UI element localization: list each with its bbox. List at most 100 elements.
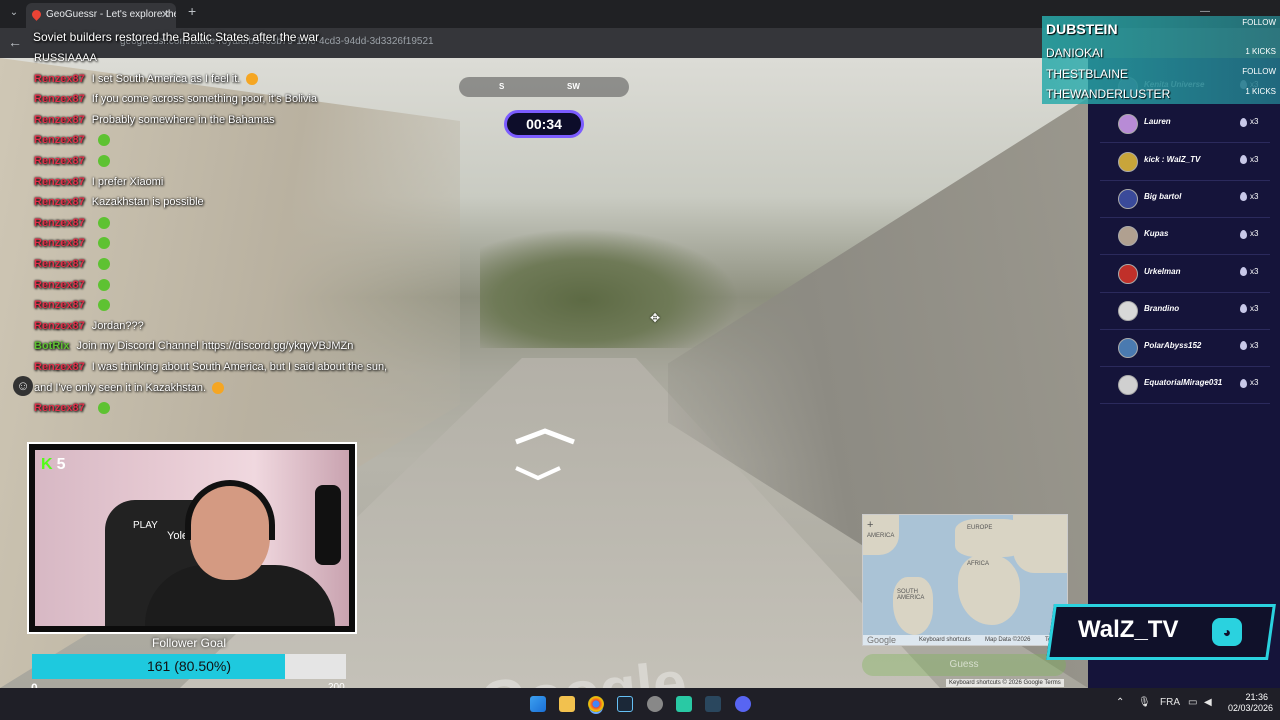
- guess-minimap[interactable]: + AMERICA EUROPE AFRICA SOUTH AMERICA Go…: [862, 514, 1068, 646]
- language-indicator[interactable]: FRA: [1160, 697, 1180, 708]
- guess-button[interactable]: Guess: [862, 654, 1066, 676]
- headphones: [185, 480, 275, 540]
- trees: [480, 228, 740, 348]
- lives-count: x3: [1250, 229, 1259, 239]
- sv-copyright: © 2026 Google: [1002, 680, 1043, 686]
- chat-username[interactable]: Renzex87: [34, 320, 85, 332]
- chat-username[interactable]: Renzex87: [34, 73, 85, 85]
- player-lives: x3: [1240, 155, 1258, 164]
- chat-username[interactable]: Renzex87: [34, 155, 85, 167]
- chat-username[interactable]: Renzex87: [34, 134, 85, 146]
- label-south-america: SOUTH AMERICA: [897, 589, 925, 601]
- minimap-zoom-in[interactable]: +: [867, 519, 873, 531]
- new-tab-icon[interactable]: +: [188, 3, 196, 19]
- chat-line: Renzex87: [34, 151, 434, 172]
- life-pin-icon: [1240, 266, 1247, 276]
- chat-username[interactable]: Renzex87: [34, 361, 85, 373]
- file-explorer-icon[interactable]: [559, 696, 575, 712]
- sv-terms-link[interactable]: Terms: [1044, 680, 1060, 686]
- network-icon[interactable]: ▭: [1188, 697, 1197, 708]
- browser-tab[interactable]: GeoGuessr - Let's explore the w ✕: [26, 3, 176, 28]
- kicks-tag: 1 KICKS: [1245, 87, 1276, 96]
- chat-username[interactable]: Renzex87: [34, 299, 85, 311]
- lives-count: x3: [1250, 378, 1259, 388]
- frog-emote-icon: [97, 155, 110, 168]
- tab-title: GeoGuessr - Let's explore the w: [46, 9, 176, 20]
- minimap-mapdata: Map Data ©2026: [985, 637, 1031, 643]
- chat-username[interactable]: Renzex87: [34, 402, 85, 414]
- tray-chevron-icon[interactable]: ⌃: [1116, 697, 1124, 708]
- close-tab-icon[interactable]: ✕: [161, 3, 170, 27]
- discord-taskbar-icon[interactable]: [735, 696, 751, 712]
- player-avatar: [1118, 375, 1138, 396]
- chat-message: RUSSIAAAA: [34, 52, 97, 64]
- player-lives: x3: [1240, 267, 1258, 276]
- player-row: PolarAbyss152 x3: [1100, 331, 1270, 365]
- move-back-arrow-icon[interactable]: [512, 464, 564, 482]
- back-arrow-icon[interactable]: ←: [8, 34, 22, 50]
- player-avatar: [1118, 300, 1138, 321]
- steam-icon-2[interactable]: [705, 696, 721, 712]
- windows-start-icon[interactable]: [530, 696, 546, 712]
- sv-shortcuts-link[interactable]: Keyboard shortcuts: [949, 680, 1001, 686]
- label-africa: AFRICA: [967, 561, 990, 567]
- label-europe: EUROPE: [967, 525, 993, 531]
- player-row: kick : WalZ_TV x3: [1100, 145, 1270, 179]
- lives-count: x3: [1250, 191, 1259, 201]
- chat-message: and I've only seen it in Kazakhstan.: [34, 381, 207, 394]
- chat-username[interactable]: Renzex87: [34, 93, 85, 105]
- app-icon[interactable]: [676, 696, 692, 712]
- chat-line: Renzex87: [34, 254, 434, 275]
- steam-icon[interactable]: [617, 696, 633, 712]
- move-forward-arrow-icon[interactable]: [512, 428, 578, 446]
- chat-line: Renzex87: [34, 130, 434, 151]
- frog-emote-icon: [97, 237, 110, 250]
- webcam-video: PLAY Yole K5: [35, 450, 349, 626]
- chat-overlay: RUSSIAAAA Renzex87 I set South America as …: [34, 48, 434, 419]
- chat-message: Kazakhstan is possible: [91, 196, 204, 209]
- chat-line: Renzex87: [34, 275, 434, 296]
- chat-username[interactable]: Renzex87: [34, 217, 85, 229]
- chat-line: Renzex87 I prefer Xiaomi: [34, 172, 434, 193]
- clock-date: 02/03/2026: [1228, 703, 1274, 713]
- chat-username[interactable]: Renzex87: [34, 114, 85, 126]
- player-lives: x3: [1240, 341, 1259, 351]
- microphone: [315, 485, 341, 565]
- minimap-shortcuts[interactable]: Keyboard shortcuts: [919, 637, 971, 643]
- life-pin-icon: [1240, 117, 1247, 127]
- chat-message: I prefer Xiaomi: [91, 175, 164, 188]
- volume-icon[interactable]: ◀: [1204, 697, 1212, 708]
- life-pin-icon: [1240, 229, 1247, 239]
- asia-land: [1013, 515, 1067, 573]
- kicks-tag: 1 KICKS: [1245, 47, 1276, 56]
- chrome-icon[interactable]: [588, 696, 604, 712]
- player-avatar: [1118, 263, 1138, 284]
- chat-username[interactable]: BotRix: [34, 340, 69, 352]
- frog-emote-icon: [97, 402, 110, 415]
- chat-username[interactable]: Renzex87: [34, 176, 85, 188]
- player-avatar: [1118, 338, 1138, 359]
- chat-username[interactable]: Renzex87: [34, 258, 85, 270]
- street-view-footer: Keyboard shortcuts © 2026 Google Terms: [946, 679, 1064, 687]
- follower-name: DANIOKAI: [1046, 46, 1104, 60]
- player-row: Urkelman x3: [1100, 257, 1270, 291]
- tab-list-icon[interactable]: ⌄: [6, 5, 22, 21]
- chat-username[interactable]: Renzex87: [34, 279, 85, 291]
- emoji-icon[interactable]: ☺: [13, 376, 33, 396]
- chat-message: Join my Discord Channel https://discord.…: [76, 340, 354, 353]
- compass-bar[interactable]: S SW: [459, 77, 629, 97]
- chat-username[interactable]: Renzex87: [34, 196, 85, 208]
- chat-username[interactable]: Renzex87: [34, 237, 85, 249]
- recent-followers-overlay: DUBSTEIN FOLLOW DANIOKAI 1 KICKS THESTBL…: [1042, 16, 1280, 104]
- microphone-tray-icon[interactable]: 🎙: [1138, 697, 1151, 708]
- chat-message: Probably somewhere in the Bahamas: [91, 113, 275, 126]
- settings-gear-icon[interactable]: [647, 696, 663, 712]
- player-divider: [1100, 403, 1270, 405]
- chat-line: Renzex87: [34, 398, 434, 419]
- chat-line: Renzex87 I was thinking about South Ameri…: [34, 357, 434, 378]
- player-divider: [1100, 254, 1270, 256]
- clock[interactable]: 21:36 02/03/2026: [1228, 692, 1274, 714]
- player-lives: x3: [1240, 117, 1258, 127]
- minimap-google-logo: Google: [867, 635, 897, 645]
- lives-count: x3: [1250, 341, 1259, 351]
